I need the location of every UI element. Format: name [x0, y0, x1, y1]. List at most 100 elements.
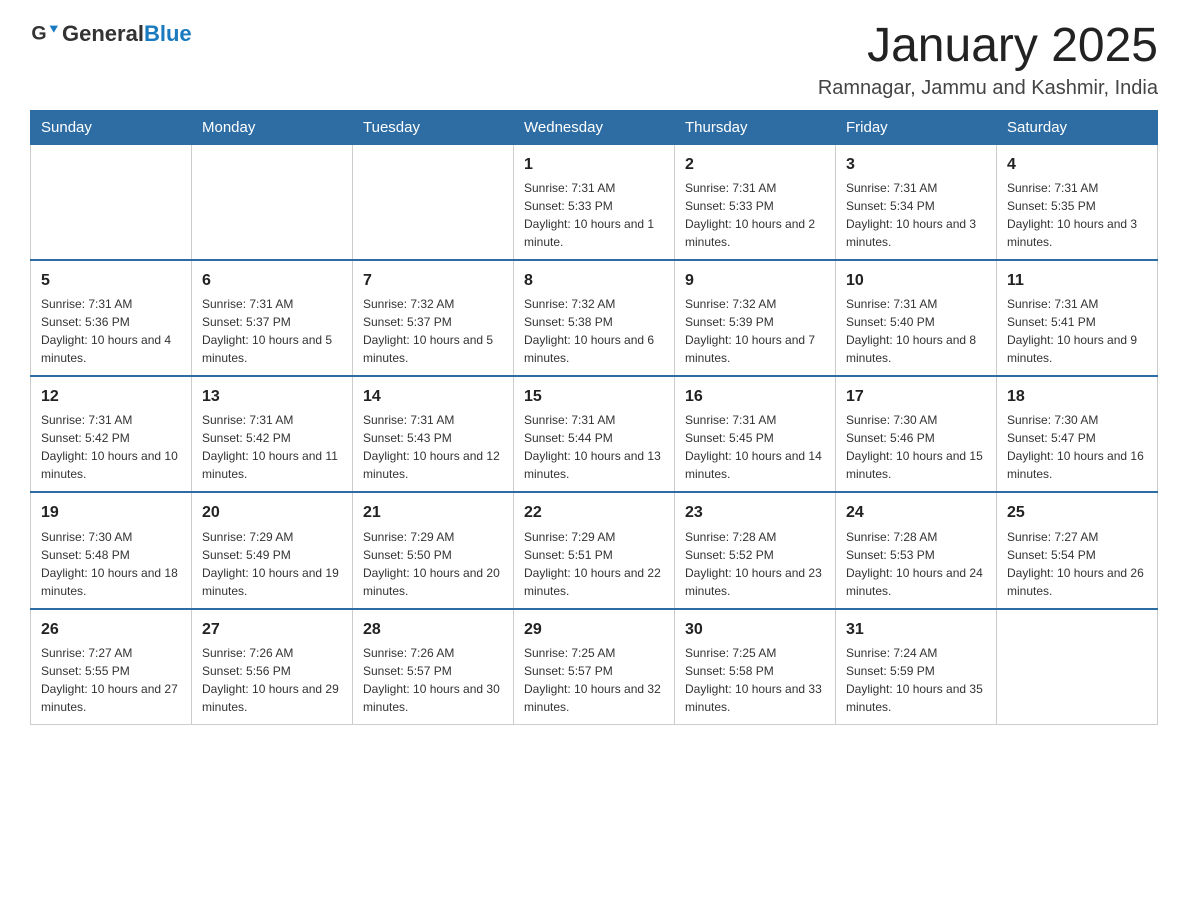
day-info: Sunrise: 7:31 AM Sunset: 5:35 PM Dayligh…	[1007, 179, 1147, 251]
day-info: Sunrise: 7:31 AM Sunset: 5:42 PM Dayligh…	[202, 411, 342, 483]
calendar-cell: 16 Sunrise: 7:31 AM Sunset: 5:45 PM Dayli…	[675, 376, 836, 492]
day-number: 30	[685, 618, 825, 641]
logo-icon: G	[30, 20, 58, 48]
day-number: 23	[685, 501, 825, 524]
day-number: 20	[202, 501, 342, 524]
day-number: 25	[1007, 501, 1147, 524]
day-info: Sunrise: 7:29 AM Sunset: 5:49 PM Dayligh…	[202, 528, 342, 600]
weekday-header-row: SundayMondayTuesdayWednesdayThursdayFrid…	[31, 110, 1158, 144]
calendar-cell: 3 Sunrise: 7:31 AM Sunset: 5:34 PM Daylig…	[836, 144, 997, 260]
calendar-cell: 24 Sunrise: 7:28 AM Sunset: 5:53 PM Dayli…	[836, 492, 997, 608]
title-block: January 2025 Ramnagar, Jammu and Kashmir…	[818, 20, 1158, 100]
day-number: 11	[1007, 269, 1147, 292]
day-number: 16	[685, 385, 825, 408]
weekday-header-tuesday: Tuesday	[353, 110, 514, 144]
calendar-cell: 29 Sunrise: 7:25 AM Sunset: 5:57 PM Dayli…	[514, 609, 675, 725]
calendar-cell: 5 Sunrise: 7:31 AM Sunset: 5:36 PM Daylig…	[31, 260, 192, 376]
day-info: Sunrise: 7:26 AM Sunset: 5:57 PM Dayligh…	[363, 644, 503, 716]
calendar-cell: 27 Sunrise: 7:26 AM Sunset: 5:56 PM Dayli…	[192, 609, 353, 725]
calendar-week-row: 12 Sunrise: 7:31 AM Sunset: 5:42 PM Dayli…	[31, 376, 1158, 492]
day-info: Sunrise: 7:31 AM Sunset: 5:36 PM Dayligh…	[41, 295, 181, 367]
day-number: 21	[363, 501, 503, 524]
calendar-cell: 30 Sunrise: 7:25 AM Sunset: 5:58 PM Dayli…	[675, 609, 836, 725]
calendar-week-row: 19 Sunrise: 7:30 AM Sunset: 5:48 PM Dayli…	[31, 492, 1158, 608]
logo-text-general: General	[62, 21, 144, 46]
calendar-cell: 17 Sunrise: 7:30 AM Sunset: 5:46 PM Dayli…	[836, 376, 997, 492]
day-number: 8	[524, 269, 664, 292]
weekday-header-thursday: Thursday	[675, 110, 836, 144]
day-info: Sunrise: 7:27 AM Sunset: 5:54 PM Dayligh…	[1007, 528, 1147, 600]
calendar-cell: 10 Sunrise: 7:31 AM Sunset: 5:40 PM Dayli…	[836, 260, 997, 376]
day-number: 3	[846, 153, 986, 176]
weekday-header-saturday: Saturday	[997, 110, 1158, 144]
weekday-header-wednesday: Wednesday	[514, 110, 675, 144]
calendar-cell: 21Sunrise: 7:29 AM Sunset: 5:50 PM Dayli…	[353, 492, 514, 608]
day-info: Sunrise: 7:30 AM Sunset: 5:46 PM Dayligh…	[846, 411, 986, 483]
weekday-header-sunday: Sunday	[31, 110, 192, 144]
calendar-cell: 23Sunrise: 7:28 AM Sunset: 5:52 PM Dayli…	[675, 492, 836, 608]
calendar-cell: 18Sunrise: 7:30 AM Sunset: 5:47 PM Dayli…	[997, 376, 1158, 492]
calendar-cell: 9 Sunrise: 7:32 AM Sunset: 5:39 PM Daylig…	[675, 260, 836, 376]
calendar-cell: 15 Sunrise: 7:31 AM Sunset: 5:44 PM Dayli…	[514, 376, 675, 492]
calendar-cell: 7Sunrise: 7:32 AM Sunset: 5:37 PM Daylig…	[353, 260, 514, 376]
day-info: Sunrise: 7:31 AM Sunset: 5:43 PM Dayligh…	[363, 411, 503, 483]
page-header: G GeneralBlue January 2025 Ramnagar, Jam…	[30, 20, 1158, 100]
day-info: Sunrise: 7:30 AM Sunset: 5:47 PM Dayligh…	[1007, 411, 1147, 483]
calendar-cell: 11 Sunrise: 7:31 AM Sunset: 5:41 PM Dayli…	[997, 260, 1158, 376]
logo-text-blue: Blue	[144, 21, 192, 46]
day-number: 5	[41, 269, 181, 292]
calendar-table: SundayMondayTuesdayWednesdayThursdayFrid…	[30, 110, 1158, 725]
day-info: Sunrise: 7:31 AM Sunset: 5:44 PM Dayligh…	[524, 411, 664, 483]
day-info: Sunrise: 7:27 AM Sunset: 5:55 PM Dayligh…	[41, 644, 181, 716]
day-number: 17	[846, 385, 986, 408]
day-info: Sunrise: 7:24 AM Sunset: 5:59 PM Dayligh…	[846, 644, 986, 716]
day-number: 9	[685, 269, 825, 292]
month-title: January 2025	[818, 20, 1158, 73]
calendar-cell: 20 Sunrise: 7:29 AM Sunset: 5:49 PM Dayli…	[192, 492, 353, 608]
day-number: 19	[41, 501, 181, 524]
location: Ramnagar, Jammu and Kashmir, India	[818, 77, 1158, 100]
calendar-cell: 1 Sunrise: 7:31 AM Sunset: 5:33 PM Daylig…	[514, 144, 675, 260]
day-info: Sunrise: 7:32 AM Sunset: 5:39 PM Dayligh…	[685, 295, 825, 367]
day-info: Sunrise: 7:31 AM Sunset: 5:41 PM Dayligh…	[1007, 295, 1147, 367]
day-number: 7	[363, 269, 503, 292]
day-info: Sunrise: 7:26 AM Sunset: 5:56 PM Dayligh…	[202, 644, 342, 716]
day-number: 22	[524, 501, 664, 524]
day-info: Sunrise: 7:31 AM Sunset: 5:34 PM Dayligh…	[846, 179, 986, 251]
day-number: 31	[846, 618, 986, 641]
calendar-cell: 6Sunrise: 7:31 AM Sunset: 5:37 PM Daylig…	[192, 260, 353, 376]
day-number: 15	[524, 385, 664, 408]
calendar-cell: 13Sunrise: 7:31 AM Sunset: 5:42 PM Dayli…	[192, 376, 353, 492]
calendar-cell: 26Sunrise: 7:27 AM Sunset: 5:55 PM Dayli…	[31, 609, 192, 725]
calendar-cell	[353, 144, 514, 260]
day-info: Sunrise: 7:32 AM Sunset: 5:38 PM Dayligh…	[524, 295, 664, 367]
day-info: Sunrise: 7:25 AM Sunset: 5:58 PM Dayligh…	[685, 644, 825, 716]
day-number: 2	[685, 153, 825, 176]
logo: G GeneralBlue	[30, 20, 192, 48]
calendar-cell: 28 Sunrise: 7:26 AM Sunset: 5:57 PM Dayli…	[353, 609, 514, 725]
calendar-cell: 8 Sunrise: 7:32 AM Sunset: 5:38 PM Daylig…	[514, 260, 675, 376]
day-info: Sunrise: 7:25 AM Sunset: 5:57 PM Dayligh…	[524, 644, 664, 716]
calendar-cell	[31, 144, 192, 260]
day-info: Sunrise: 7:31 AM Sunset: 5:40 PM Dayligh…	[846, 295, 986, 367]
weekday-header-friday: Friday	[836, 110, 997, 144]
day-info: Sunrise: 7:28 AM Sunset: 5:53 PM Dayligh…	[846, 528, 986, 600]
day-number: 29	[524, 618, 664, 641]
day-number: 12	[41, 385, 181, 408]
calendar-week-row: 1 Sunrise: 7:31 AM Sunset: 5:33 PM Daylig…	[31, 144, 1158, 260]
day-number: 10	[846, 269, 986, 292]
day-number: 27	[202, 618, 342, 641]
day-info: Sunrise: 7:29 AM Sunset: 5:51 PM Dayligh…	[524, 528, 664, 600]
day-number: 24	[846, 501, 986, 524]
svg-text:G: G	[31, 23, 46, 45]
day-info: Sunrise: 7:31 AM Sunset: 5:33 PM Dayligh…	[524, 179, 664, 251]
calendar-cell	[997, 609, 1158, 725]
day-number: 4	[1007, 153, 1147, 176]
calendar-cell: 31 Sunrise: 7:24 AM Sunset: 5:59 PM Dayli…	[836, 609, 997, 725]
day-info: Sunrise: 7:31 AM Sunset: 5:37 PM Dayligh…	[202, 295, 342, 367]
day-info: Sunrise: 7:31 AM Sunset: 5:42 PM Dayligh…	[41, 411, 181, 483]
day-info: Sunrise: 7:31 AM Sunset: 5:45 PM Dayligh…	[685, 411, 825, 483]
day-number: 1	[524, 153, 664, 176]
day-number: 28	[363, 618, 503, 641]
day-info: Sunrise: 7:30 AM Sunset: 5:48 PM Dayligh…	[41, 528, 181, 600]
